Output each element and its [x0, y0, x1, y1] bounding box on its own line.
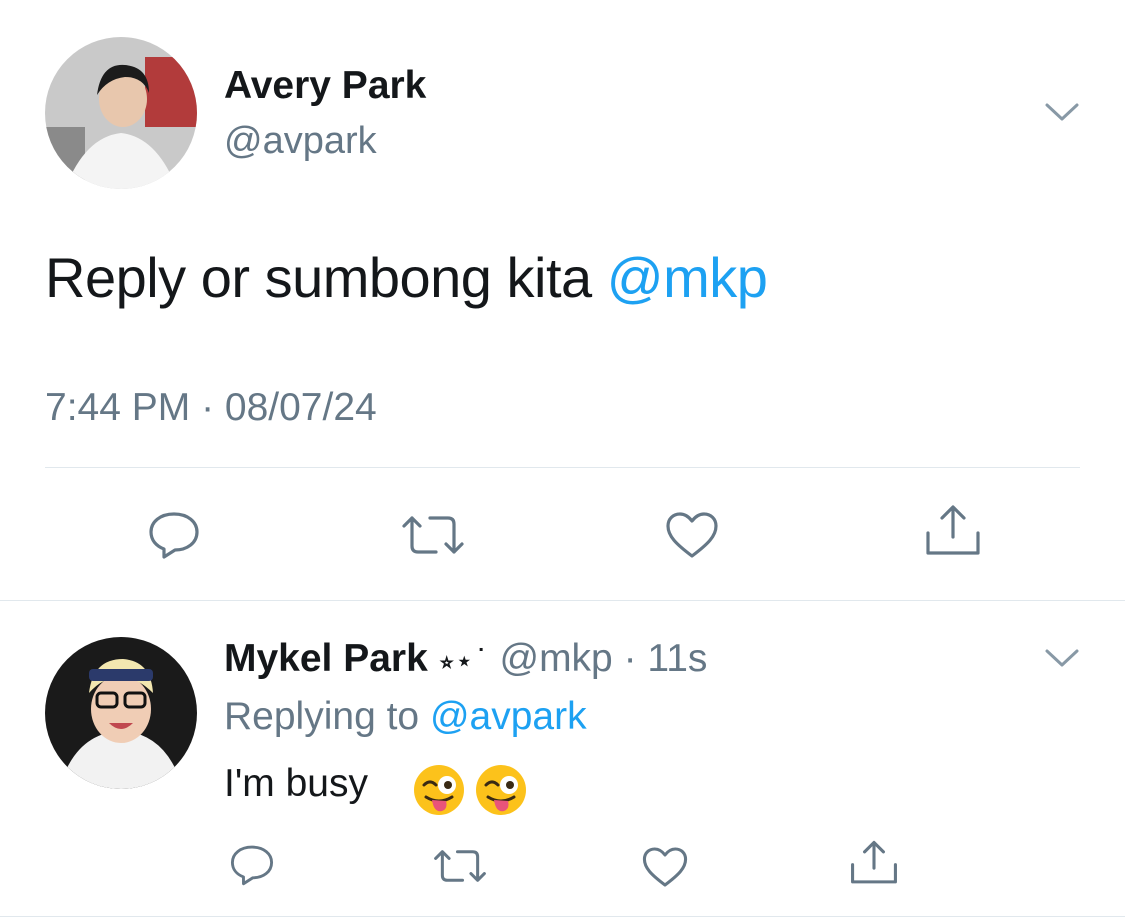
replying-to-label: Replying to [224, 695, 430, 738]
reply-author-handle[interactable]: @mkp [499, 637, 612, 680]
avatar-avery-park[interactable] [45, 37, 197, 189]
mention-link[interactable]: @mkp [607, 246, 768, 309]
reply-icon[interactable] [147, 510, 201, 560]
reply-header: Mykel Park ⭒⋆˙ @mkp · 11s [224, 637, 707, 681]
share-icon[interactable] [849, 839, 899, 887]
reply-time[interactable]: · 11s [624, 637, 708, 680]
winking-face-with-tongue-icon [474, 763, 528, 817]
retweet-icon[interactable] [430, 845, 490, 887]
reply-text: I'm busy [224, 762, 368, 805]
name-decoration: ⭒⋆˙ [438, 644, 489, 679]
divider-section [0, 600, 1125, 601]
author-handle[interactable]: @avpark [224, 120, 377, 163]
winking-face-with-tongue-icon [412, 763, 466, 817]
reply-icon[interactable] [229, 843, 275, 887]
tweet-text: Reply or sumbong kita @mkp [45, 245, 768, 310]
tweet-menu-chevron-down-icon[interactable] [1044, 100, 1080, 129]
divider-top [45, 467, 1080, 468]
avatar-mykel-park[interactable] [45, 637, 197, 789]
replying-to-line: Replying to @avpark [224, 695, 587, 739]
share-icon[interactable] [924, 503, 982, 559]
divider-bottom [0, 916, 1125, 917]
reply-text-line: I'm busy [224, 762, 368, 806]
like-icon[interactable] [641, 845, 689, 889]
tweet-text-body: Reply or sumbong kita [45, 246, 607, 309]
reply-menu-chevron-down-icon[interactable] [1044, 646, 1080, 675]
author-display-name[interactable]: Avery Park [224, 64, 426, 108]
like-icon[interactable] [664, 510, 720, 560]
replying-to-mention[interactable]: @avpark [430, 695, 587, 738]
reply-author-display-name[interactable]: Mykel Park [224, 637, 428, 680]
retweet-icon[interactable] [398, 510, 468, 560]
tweet-timestamp[interactable]: 7:44 PM · 08/07/24 [45, 386, 377, 430]
